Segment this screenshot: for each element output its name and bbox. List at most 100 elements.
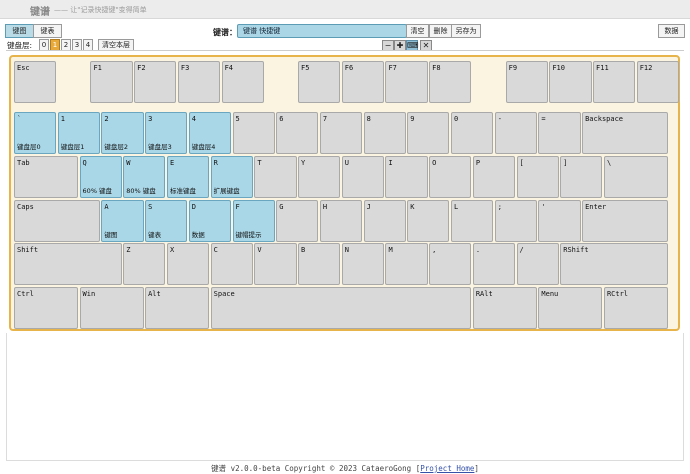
key-f6[interactable]: F6 [341, 61, 384, 103]
key-binding: 80% 键盘 [126, 187, 156, 195]
key-d0[interactable]: 0 [451, 112, 494, 154]
key-label: C [213, 246, 218, 254]
key-label: F9 [508, 64, 518, 72]
clear-button[interactable]: 清空 [406, 24, 429, 38]
key-d6[interactable]: 6 [276, 112, 319, 154]
key-enter[interactable]: Enter [582, 200, 668, 242]
key-d5[interactable]: 5 [232, 112, 275, 154]
key-label: = [541, 115, 546, 123]
key-esc[interactable]: Esc [14, 61, 57, 103]
key-semicolon[interactable]: ; [494, 200, 537, 242]
key-n[interactable]: N [341, 243, 384, 285]
key-y[interactable]: Y [298, 156, 341, 198]
key-win[interactable]: Win [79, 287, 144, 329]
key-ctrl[interactable]: Ctrl [14, 287, 79, 329]
key-w[interactable]: W 80% 键盘 [123, 156, 166, 198]
key-r[interactable]: R 扩展键盘 [210, 156, 253, 198]
key-a[interactable]: A 键图 [101, 200, 144, 242]
keymap-name-input[interactable]: 键谱 快捷键 [237, 24, 407, 38]
key-k[interactable]: K [407, 200, 450, 242]
key-j[interactable]: J [363, 200, 406, 242]
key-l[interactable]: L [451, 200, 494, 242]
key-f1[interactable]: F1 [90, 61, 133, 103]
key-e[interactable]: E 标准键盘 [166, 156, 210, 198]
key-label: X [169, 246, 175, 254]
key-x[interactable]: X [166, 243, 210, 285]
key-h[interactable]: H [319, 200, 363, 242]
key-q[interactable]: Q 60% 键盘 [79, 156, 122, 198]
key-v[interactable]: V [254, 243, 297, 285]
key-label: Alt [148, 290, 161, 298]
project-home-link[interactable]: Project Home [420, 464, 474, 473]
save-as-button[interactable]: 另存为 [451, 24, 481, 38]
data-button[interactable]: 数据 [658, 24, 685, 38]
key-space[interactable]: Space [210, 287, 472, 329]
key-lshift[interactable]: Shift [14, 243, 122, 285]
key-s[interactable]: S 键表 [145, 200, 188, 242]
key-quote[interactable]: ' [538, 200, 581, 242]
key-comma[interactable]: , [429, 243, 472, 285]
key-menu[interactable]: Menu [538, 287, 603, 329]
key-d[interactable]: D 数据 [188, 200, 231, 242]
key-backspace[interactable]: Backspace [582, 112, 668, 154]
key-equal[interactable]: = [538, 112, 581, 154]
key-t[interactable]: T [254, 156, 297, 198]
key-u[interactable]: U [341, 156, 384, 198]
key-grave[interactable]: ` 键盘层0 [14, 112, 57, 154]
key-backslash[interactable]: \ [603, 156, 668, 198]
key-f11[interactable]: F11 [593, 61, 636, 103]
app-subtitle: —— 让"记录快捷键"变得简单 [54, 6, 147, 14]
key-d3[interactable]: 3 键盘层3 [145, 112, 188, 154]
tab-keymap[interactable]: 键图 [5, 24, 34, 38]
key-caps[interactable]: Caps [14, 200, 100, 242]
tab-keytable[interactable]: 键表 [33, 24, 62, 38]
key-i[interactable]: I [385, 156, 428, 198]
key-label: \ [606, 159, 612, 167]
key-rbracket[interactable]: ] [560, 156, 603, 198]
key-tab[interactable]: Tab [14, 156, 79, 198]
key-p[interactable]: P [472, 156, 516, 198]
key-f[interactable]: F 键帽提示 [232, 200, 275, 242]
key-rshift[interactable]: RShift [560, 243, 668, 285]
key-m[interactable]: M [385, 243, 428, 285]
key-period[interactable]: . [472, 243, 516, 285]
key-label: . [475, 246, 481, 254]
delete-button[interactable]: 删除 [429, 24, 452, 38]
key-f9[interactable]: F9 [505, 61, 548, 103]
key-d8[interactable]: 8 [363, 112, 406, 154]
key-ralt[interactable]: RAlt [472, 287, 537, 329]
key-rctrl[interactable]: RCtrl [603, 287, 668, 329]
key-label: F [235, 203, 240, 211]
key-c[interactable]: C [210, 243, 253, 285]
key-label: F10 [552, 64, 565, 72]
key-f3[interactable]: F3 [177, 61, 221, 103]
key-f4[interactable]: F4 [221, 61, 264, 103]
key-slash[interactable]: / [516, 243, 559, 285]
key-f8[interactable]: F8 [429, 61, 472, 103]
footer: 键谱 v2.0.0-beta Copyright © 2023 CataeroG… [0, 463, 690, 474]
key-g[interactable]: G [276, 200, 319, 242]
key-label: Tab [17, 159, 30, 167]
key-binding: 60% 键盘 [82, 187, 113, 195]
key-label: B [301, 246, 306, 254]
key-d7[interactable]: 7 [319, 112, 363, 154]
key-f12[interactable]: F12 [636, 61, 679, 103]
key-f5[interactable]: F5 [298, 61, 341, 103]
key-d2[interactable]: 2 键盘层2 [101, 112, 144, 154]
key-lbracket[interactable]: [ [516, 156, 559, 198]
key-d4[interactable]: 4 键盘层4 [188, 112, 231, 154]
key-minus[interactable]: - [494, 112, 537, 154]
key-label: F6 [344, 64, 354, 72]
key-label: Ctrl [17, 290, 34, 298]
key-d9[interactable]: 9 [407, 112, 450, 154]
key-f7[interactable]: F7 [385, 61, 428, 103]
key-f10[interactable]: F10 [549, 61, 592, 103]
key-d1[interactable]: 1 键盘层1 [57, 112, 100, 154]
key-alt[interactable]: Alt [145, 287, 210, 329]
key-f2[interactable]: F2 [134, 61, 177, 103]
key-label: 4 [191, 115, 197, 123]
key-label: I [388, 159, 393, 167]
key-b[interactable]: B [298, 243, 341, 285]
key-z[interactable]: Z [123, 243, 166, 285]
key-o[interactable]: O [429, 156, 472, 198]
